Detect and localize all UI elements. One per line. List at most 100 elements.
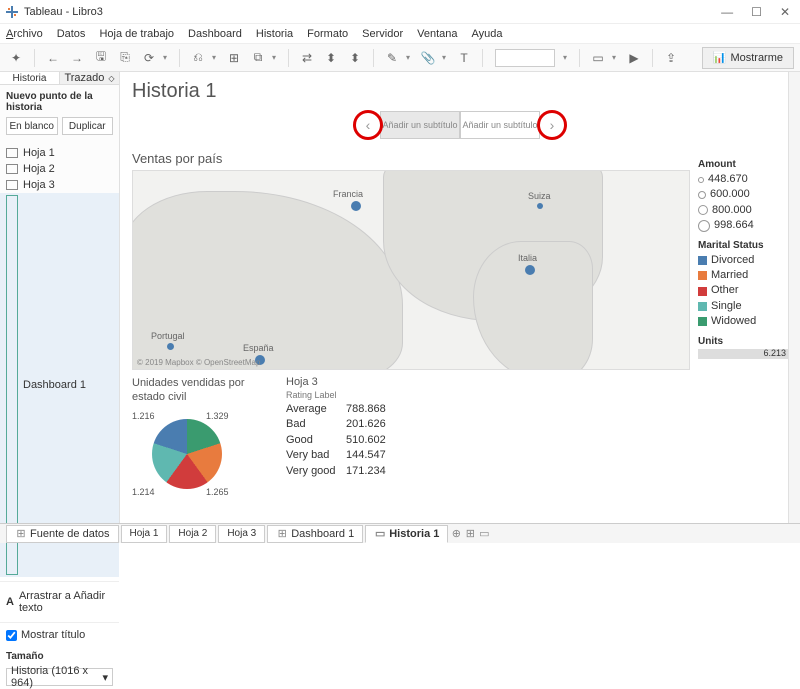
legend-row: Widowed bbox=[698, 314, 788, 329]
map-point-fr[interactable] bbox=[351, 201, 361, 211]
pie-chart[interactable]: 1.216 1.329 1.214 1.265 bbox=[132, 409, 242, 499]
map-point-pt[interactable] bbox=[167, 343, 174, 350]
legend-marital-title: Marital Status bbox=[698, 240, 788, 251]
duplicate-button[interactable]: ⧉ bbox=[248, 48, 268, 68]
new-sheet-button[interactable]: ⊞ bbox=[224, 48, 244, 68]
menu-historia[interactable]: Historia bbox=[256, 28, 293, 40]
table-row: Very bad144.547 bbox=[286, 448, 690, 463]
sheet-icon bbox=[6, 148, 18, 158]
size-select[interactable]: Historia (1016 x 964)▾ bbox=[6, 668, 113, 686]
sheet-icon bbox=[6, 164, 18, 174]
menu-servidor[interactable]: Servidor bbox=[362, 28, 403, 40]
swap-button[interactable]: ⇄ bbox=[297, 48, 317, 68]
menu-ventana[interactable]: Ventana bbox=[417, 28, 457, 40]
legend-panel: Amount 448.670 600.000 800.000 998.664 M… bbox=[698, 151, 788, 523]
drag-text-zone[interactable]: AArrastrar a Añadir texto bbox=[0, 581, 119, 623]
legend-units-title: Units bbox=[698, 336, 788, 347]
map-label-fr: Francia bbox=[333, 189, 363, 199]
table-row: Average788.868 bbox=[286, 402, 690, 417]
highlight-ring bbox=[353, 110, 383, 140]
undo-button[interactable]: ⎌ bbox=[188, 48, 208, 68]
refresh-button[interactable]: ⟳ bbox=[139, 48, 159, 68]
right-gutter bbox=[788, 72, 800, 523]
map-point-it[interactable] bbox=[525, 265, 535, 275]
new-story-button[interactable]: ▭ bbox=[478, 528, 490, 540]
table-row: Bad201.626 bbox=[286, 417, 690, 432]
story-icon: ▭ bbox=[374, 528, 386, 540]
sheet-icon bbox=[6, 180, 18, 190]
tab-hoja3[interactable]: Hoja 3 bbox=[218, 525, 265, 543]
legend-row: 998.664 bbox=[698, 218, 788, 233]
share-button[interactable]: ⇪ bbox=[661, 48, 681, 68]
story-canvas: Historia 1 ‹ Añadir un subtítulo Añadir … bbox=[120, 72, 800, 523]
forward-button[interactable]: → bbox=[67, 48, 87, 68]
presentation-button[interactable]: ▶ bbox=[624, 48, 644, 68]
duplicate-button-side[interactable]: Duplicar bbox=[62, 117, 114, 135]
fit-button[interactable]: ▭ bbox=[588, 48, 608, 68]
legend-row: Married bbox=[698, 268, 788, 283]
minimize-button[interactable]: — bbox=[721, 5, 733, 19]
new-data-button[interactable]: ⎘ bbox=[115, 48, 135, 68]
tab-dashboard1[interactable]: ⊞Dashboard 1 bbox=[267, 525, 363, 543]
tab-historia1[interactable]: ▭Historia 1 bbox=[365, 525, 448, 543]
story-next-button[interactable]: › bbox=[540, 113, 564, 137]
back-button[interactable]: ← bbox=[43, 48, 63, 68]
labels-button[interactable]: T bbox=[454, 48, 474, 68]
toolbar-search[interactable] bbox=[495, 49, 555, 67]
new-worksheet-button[interactable]: ⊕ bbox=[450, 528, 462, 540]
group-button[interactable]: 📎 bbox=[418, 48, 438, 68]
map-title: Ventas por país bbox=[132, 151, 690, 166]
sheet-item-hoja1[interactable]: Hoja 1 bbox=[0, 145, 119, 161]
show-title-label: Mostrar título bbox=[21, 629, 85, 641]
tab-datasource[interactable]: ⊞Fuente de datos bbox=[6, 525, 119, 543]
story-point-2[interactable]: Añadir un subtítulo bbox=[460, 111, 540, 139]
map-point-ch[interactable] bbox=[537, 203, 543, 209]
close-button[interactable]: ✕ bbox=[780, 5, 790, 19]
pie-label: 1.214 bbox=[132, 487, 155, 497]
legend-row: 600.000 bbox=[698, 187, 788, 202]
menu-hoja[interactable]: Hoja de trabajo bbox=[99, 28, 174, 40]
highlight-button[interactable]: ✎ bbox=[382, 48, 402, 68]
menubar: Archivo Datos Hoja de trabajo Dashboard … bbox=[0, 24, 800, 44]
save-button[interactable]: 🖫 bbox=[91, 48, 111, 68]
new-dashboard-button[interactable]: ⊞ bbox=[464, 528, 476, 540]
highlight-ring bbox=[537, 110, 567, 140]
dashboard-icon: ⊞ bbox=[276, 528, 288, 540]
tab-hoja1[interactable]: Hoja 1 bbox=[121, 525, 168, 543]
map-label-es: España bbox=[243, 343, 274, 353]
side-tab-trazado[interactable]: Trazado ◇ bbox=[59, 72, 119, 84]
window-title: Tableau - Libro3 bbox=[24, 6, 721, 18]
tab-hoja2[interactable]: Hoja 2 bbox=[169, 525, 216, 543]
pie-label: 1.265 bbox=[206, 487, 229, 497]
maximize-button[interactable]: ☐ bbox=[751, 5, 762, 19]
side-tab-historia[interactable]: Historia bbox=[0, 72, 59, 84]
sort-asc-button[interactable]: ⬍ bbox=[321, 48, 341, 68]
story-prev-button[interactable]: ‹ bbox=[356, 113, 380, 137]
story-point-1[interactable]: Añadir un subtítulo bbox=[380, 111, 460, 139]
map-label-ch: Suiza bbox=[528, 191, 551, 201]
table-row: Good510.602 bbox=[286, 433, 690, 448]
legend-row: 800.000 bbox=[698, 203, 788, 218]
sheet-item-dashboard1[interactable]: Dashboard 1 bbox=[0, 193, 119, 577]
sort-desc-button[interactable]: ⬍ bbox=[345, 48, 365, 68]
pie-label: 1.216 bbox=[132, 411, 155, 421]
legend-row: 448.670 bbox=[698, 172, 788, 187]
menu-datos[interactable]: Datos bbox=[57, 28, 86, 40]
tableau-icon[interactable]: ✦ bbox=[6, 48, 26, 68]
story-nav: ‹ Añadir un subtítulo Añadir un subtítul… bbox=[132, 111, 788, 139]
map-label-pt: Portugal bbox=[151, 331, 185, 341]
menu-dashboard[interactable]: Dashboard bbox=[188, 28, 242, 40]
menu-archivo[interactable]: Archivo bbox=[6, 28, 43, 40]
legend-row: Single bbox=[698, 299, 788, 314]
pie-title: Unidades vendidas por estado civil bbox=[132, 376, 272, 405]
menu-formato[interactable]: Formato bbox=[307, 28, 348, 40]
sheet-item-hoja2[interactable]: Hoja 2 bbox=[0, 161, 119, 177]
show-title-checkbox[interactable] bbox=[6, 630, 17, 641]
menu-ayuda[interactable]: Ayuda bbox=[471, 28, 502, 40]
story-title[interactable]: Historia 1 bbox=[132, 80, 788, 103]
sheet-item-hoja3[interactable]: Hoja 3 bbox=[0, 177, 119, 193]
blank-button[interactable]: En blanco bbox=[6, 117, 58, 135]
sheet-tabs: ⊞Fuente de datos Hoja 1 Hoja 2 Hoja 3 ⊞D… bbox=[0, 523, 800, 543]
show-me-button[interactable]: 📊 Mostrarme bbox=[702, 47, 794, 69]
map-view[interactable]: Francia Suiza Italia España Portugal © 2… bbox=[132, 170, 690, 370]
